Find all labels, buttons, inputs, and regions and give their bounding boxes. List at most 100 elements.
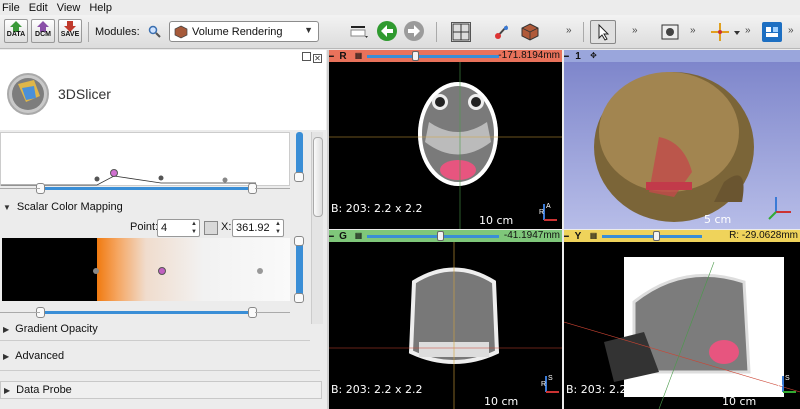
point-index-spinbox[interactable]: 4 ▲ ▼ xyxy=(157,219,200,237)
chevron-down-icon: ▼ xyxy=(304,25,313,35)
slicer-logo-icon xyxy=(7,73,49,115)
app-logo-text: 3DSlicer xyxy=(58,86,111,102)
module-selector[interactable]: Volume Rendering ▼ xyxy=(169,21,319,42)
main-toolbar: DATA DCM SAVE Modules: Volume Rendering … xyxy=(0,15,800,49)
svg-text:R: R xyxy=(541,381,546,388)
color-point[interactable] xyxy=(93,268,99,274)
opacity-point-selected[interactable] xyxy=(110,169,118,177)
scalar-color-mapping-chart[interactable] xyxy=(2,238,290,301)
color-vertical-slider-bottom-handle[interactable] xyxy=(294,293,304,303)
color-vertical-slider-top-handle[interactable] xyxy=(294,236,304,246)
color-point[interactable] xyxy=(257,268,263,274)
orientation-marker-icon: SR xyxy=(541,375,559,393)
red-offset-slider[interactable] xyxy=(367,55,499,58)
red-slice-view[interactable]: ━ R ▦ -171.8194mm B: 203: 2.2 x 2.2 10 c… xyxy=(329,50,562,229)
toolbar-more-chevron-2-icon[interactable]: » xyxy=(632,25,637,36)
module-panel: 3DSlicer ✕ ▼ Scalar Color Mapping Point:… xyxy=(0,50,327,409)
opacity-point[interactable] xyxy=(94,176,100,182)
collapse-minus-icon[interactable]: ━ xyxy=(329,232,337,241)
green-offset-slider[interactable] xyxy=(367,235,499,238)
pin-icon[interactable]: ▦ xyxy=(588,231,599,241)
back-button[interactable] xyxy=(377,21,397,41)
green-slice-view[interactable]: ━ G ▦ -41.1947mm B: 203: 2.2 x 2.2 10 cm… xyxy=(329,230,562,409)
opacity-vertical-slider[interactable] xyxy=(294,132,304,182)
undock-icon[interactable] xyxy=(302,52,311,61)
screenshot-button[interactable] xyxy=(660,22,680,42)
menu-bar: File Edit View Help xyxy=(0,0,800,15)
module-search-icon[interactable] xyxy=(148,25,162,39)
point-color-swatch[interactable] xyxy=(204,221,218,235)
panel-window-buttons: ✕ xyxy=(302,52,322,63)
data-probe-header[interactable]: ▶ Data Probe xyxy=(0,381,322,399)
pin-icon[interactable]: ▦ xyxy=(353,231,364,241)
point-label: Point: xyxy=(130,221,159,233)
toolbar-more-chevron-5-icon[interactable]: » xyxy=(788,25,793,36)
editor-button[interactable] xyxy=(492,22,512,42)
view-layout-icon xyxy=(350,26,368,38)
x-value-spinbox[interactable]: 361.92 ▲ ▼ xyxy=(232,219,284,237)
color-range-slider[interactable] xyxy=(36,307,257,318)
advanced-header[interactable]: ▶ Advanced xyxy=(0,347,310,365)
arrow-right-icon xyxy=(408,25,420,37)
svg-text:A: A xyxy=(546,203,551,210)
arrow-left-icon xyxy=(381,25,393,37)
toolbar-more-chevron-4-icon[interactable]: » xyxy=(745,25,750,36)
yellow-offset-slider-handle[interactable] xyxy=(653,231,660,241)
panel-scrollbar[interactable] xyxy=(311,132,323,324)
camera-icon xyxy=(661,24,679,40)
extension-manager-button[interactable] xyxy=(762,22,782,42)
save-button[interactable]: SAVE xyxy=(58,19,82,43)
menu-file[interactable]: File xyxy=(0,2,27,14)
layout-grid-button[interactable] xyxy=(451,22,471,42)
svg-text:S: S xyxy=(548,375,553,382)
volume-rendering-button[interactable] xyxy=(520,22,540,42)
modules-label: Modules: xyxy=(95,26,140,38)
toolbar-more-chevron-3-icon[interactable]: » xyxy=(690,25,695,36)
crosshair-button[interactable] xyxy=(710,22,740,42)
gradient-opacity-header[interactable]: ▶ Gradient Opacity xyxy=(0,320,310,338)
axes-orientation-icon xyxy=(768,197,791,220)
paint-brush-icon xyxy=(495,25,508,39)
layout-view-button[interactable] xyxy=(350,24,368,38)
scalar-color-mapping-header[interactable]: ▼ Scalar Color Mapping xyxy=(0,198,310,216)
opacity-vertical-slider-handle[interactable] xyxy=(294,172,304,182)
pin-icon[interactable]: ▦ xyxy=(353,51,364,61)
color-point-selected[interactable] xyxy=(158,267,166,275)
load-dicom-button[interactable]: DCM xyxy=(31,19,55,43)
expand-arrow-icon: ▶ xyxy=(4,385,11,395)
close-icon[interactable]: ✕ xyxy=(313,54,322,63)
color-point-row: Point: 4 ▲ ▼ X: 361.92 ▲ ▼ xyxy=(0,218,310,240)
opacity-point[interactable] xyxy=(158,175,164,181)
green-offset-slider-handle[interactable] xyxy=(437,231,444,241)
opacity-curve xyxy=(1,169,256,186)
extensions-icon xyxy=(766,27,778,37)
panel-scrollbar-thumb[interactable] xyxy=(313,137,323,217)
red-offset-slider-handle[interactable] xyxy=(412,51,419,61)
volume-rendering-image xyxy=(594,72,754,222)
spin-arrows-icon: ▲ ▼ xyxy=(275,221,281,235)
x-label: X: xyxy=(221,221,232,233)
threed-view[interactable]: ━ 1 ✥ 5 cm xyxy=(564,50,800,229)
logo-area: 3DSlicer ✕ xyxy=(0,50,326,130)
svg-text:S: S xyxy=(785,375,790,382)
color-vertical-slider[interactable] xyxy=(294,236,304,303)
red-slice-controller: ━ R ▦ -171.8194mm xyxy=(329,50,562,62)
load-data-button[interactable]: DATA xyxy=(4,19,28,43)
yellow-slice-view[interactable]: ━ Y ▦ R: -29.0628mm B: 203: 2.2 x 2.2 10… xyxy=(564,230,800,409)
menu-edit[interactable]: Edit xyxy=(27,2,55,14)
menu-help[interactable]: Help xyxy=(87,2,119,14)
scalar-opacity-chart[interactable] xyxy=(0,132,290,186)
orientation-marker-icon: AR xyxy=(539,203,557,221)
toolbar-more-chevron-icon[interactable]: » xyxy=(566,25,571,36)
yellow-offset-slider[interactable] xyxy=(602,235,702,238)
opacity-point[interactable] xyxy=(222,177,228,183)
mouse-mode-button[interactable] xyxy=(590,20,616,44)
menu-view[interactable]: View xyxy=(55,2,88,14)
collapse-minus-icon[interactable]: ━ xyxy=(564,232,572,241)
collapse-minus-icon[interactable]: ━ xyxy=(329,52,337,61)
pin-icon[interactable]: ✥ xyxy=(588,51,599,61)
green-slice-controller: ━ G ▦ -41.1947mm xyxy=(329,230,562,242)
forward-button[interactable] xyxy=(404,21,424,41)
opacity-range-slider[interactable] xyxy=(36,183,257,194)
collapse-minus-icon[interactable]: ━ xyxy=(564,52,572,61)
